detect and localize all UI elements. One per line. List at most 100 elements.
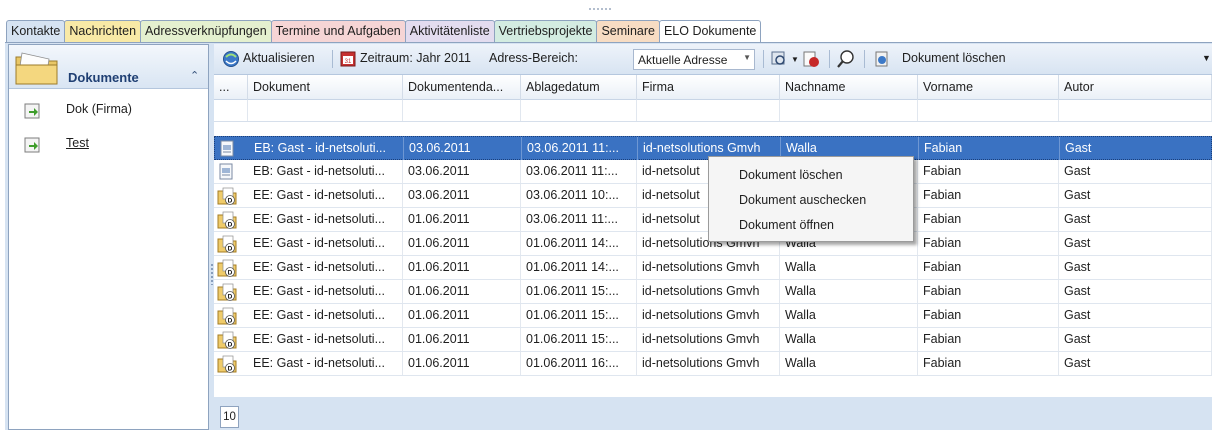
tab-elo-dokumente[interactable]: ELO Dokumente xyxy=(658,20,762,43)
header-col-nachname[interactable]: Nachname xyxy=(780,75,918,100)
tab-vertriebsprojekte[interactable]: Vertriebsprojekte xyxy=(493,20,598,43)
magnifier-icon[interactable] xyxy=(836,49,856,69)
record-count[interactable]: 10 xyxy=(220,406,239,428)
tab-termine-und-aufgaben[interactable]: Termine und Aufgaben xyxy=(270,20,406,43)
drag-grip[interactable] xyxy=(588,8,612,10)
sidebar-item-dok-firma[interactable]: Dok (Firma) xyxy=(9,97,208,123)
view-options-icon[interactable] xyxy=(770,50,790,68)
tab-aktivitaetenliste[interactable]: Aktivitätenliste xyxy=(404,20,495,43)
svg-text:D: D xyxy=(228,222,233,229)
cell-dokument: EE: Gast - id-netsoluti... xyxy=(248,232,403,255)
svg-text:D: D xyxy=(228,318,233,325)
adress-bereich-label: Adress-Bereich: xyxy=(489,51,578,65)
header-col-firma[interactable]: Firma xyxy=(637,75,780,100)
elo-document-icon: D xyxy=(217,331,237,349)
cell-dokumentendatum: 03.06.2011 xyxy=(403,160,521,183)
elo-document-icon: D xyxy=(217,307,237,325)
delete-document-button[interactable]: Dokument löschen xyxy=(902,51,1006,65)
table-row[interactable]: D EE: Gast - id-netsoluti... 01.06.2011 01.… xyxy=(214,352,1212,376)
cell-firma: id-netsolutions Gmvh xyxy=(637,256,780,279)
document-arrow-icon xyxy=(24,137,40,153)
cell-ablagedatum: 01.06.2011 15:... xyxy=(521,304,637,327)
cell-vorname: Fabian xyxy=(919,137,1060,160)
cell-autor: Gast xyxy=(1059,280,1212,303)
filter-cell[interactable] xyxy=(248,100,403,121)
cell-nachname: Walla xyxy=(780,280,918,303)
cell-dokument: EE: Gast - id-netsoluti... xyxy=(248,352,403,375)
elo-document-icon: D xyxy=(217,187,237,205)
filter-row[interactable] xyxy=(214,100,1212,122)
cell-dokumentendatum: 01.06.2011 xyxy=(403,256,521,279)
cell-vorname: Fabian xyxy=(918,232,1059,255)
cell-nachname: Walla xyxy=(780,328,918,351)
cell-dokumentendatum: 01.06.2011 xyxy=(403,304,521,327)
cell-vorname: Fabian xyxy=(918,208,1059,231)
filter-cell[interactable] xyxy=(521,100,637,121)
elo-document-icon: D xyxy=(217,211,237,229)
header-col-autor[interactable]: Autor xyxy=(1059,75,1212,100)
tab-kontakte[interactable]: Kontakte xyxy=(6,20,66,43)
menu-item-dokument-loeschen[interactable]: Dokument löschen xyxy=(711,163,911,187)
filter-cell[interactable] xyxy=(403,100,521,121)
sidebar-item-test[interactable]: Test xyxy=(9,131,208,157)
cell-dokument: EE: Gast - id-netsoluti... xyxy=(248,328,403,351)
cell-autor: Gast xyxy=(1059,160,1212,183)
header-col-dokument[interactable]: Dokument xyxy=(248,75,403,100)
header-col-more[interactable]: ... xyxy=(214,75,248,100)
cell-firma: id-netsolutions Gmvh xyxy=(637,304,780,327)
header-col-ablagedatum[interactable]: Ablagedatum xyxy=(521,75,637,100)
cell-ablagedatum: 01.06.2011 15:... xyxy=(521,280,637,303)
cell-dokument: EE: Gast - id-netsoluti... xyxy=(248,184,403,207)
cell-dokument: EE: Gast - id-netsoluti... xyxy=(248,256,403,279)
filter-cell[interactable] xyxy=(214,100,248,121)
dropdown-arrow-icon[interactable]: ▼ xyxy=(791,55,799,64)
svg-text:D: D xyxy=(228,270,233,277)
adress-bereich-select[interactable]: Aktuelle Adresse ▼ xyxy=(633,49,755,70)
delete-document-icon[interactable] xyxy=(873,50,891,68)
collapse-chevron-icon[interactable]: ⌃ xyxy=(190,69,199,82)
cell-dokumentendatum: 01.06.2011 xyxy=(403,328,521,351)
zeitraum-filter[interactable]: Zeitraum: Jahr 2011 xyxy=(360,51,471,65)
cell-dokumentendatum: 01.06.2011 xyxy=(403,232,521,255)
filter-cell[interactable] xyxy=(780,100,918,121)
document-remove-icon[interactable] xyxy=(801,50,821,68)
table-row[interactable]: D EE: Gast - id-netsoluti... 01.06.2011 01.… xyxy=(214,256,1212,280)
context-menu: Dokument löschen Dokument auschecken Dok… xyxy=(708,156,914,242)
tab-seminare[interactable]: Seminare xyxy=(596,20,660,43)
overflow-icon[interactable]: ▼ xyxy=(1202,53,1211,63)
svg-text:D: D xyxy=(228,198,233,205)
svg-text:D: D xyxy=(228,294,233,301)
chevron-down-icon: ▼ xyxy=(743,53,751,62)
table-row[interactable]: D EE: Gast - id-netsoluti... 01.06.2011 01.… xyxy=(214,304,1212,328)
tab-strip: Kontakte Nachrichten Adressverknüpfungen… xyxy=(0,0,1212,43)
refresh-icon[interactable] xyxy=(222,50,240,68)
elo-document-icon: D xyxy=(217,259,237,277)
cell-firma: id-netsolutions Gmvh xyxy=(637,280,780,303)
header-col-vorname[interactable]: Vorname xyxy=(918,75,1059,100)
cell-dokument: EB: Gast - id-netsoluti... xyxy=(249,137,404,160)
splitter-handle[interactable] xyxy=(211,263,213,285)
menu-item-dokument-auschecken[interactable]: Dokument auschecken xyxy=(711,188,911,212)
tab-nachrichten[interactable]: Nachrichten xyxy=(64,20,142,43)
cell-ablagedatum: 03.06.2011 11:... xyxy=(521,208,637,231)
cell-dokument: EE: Gast - id-netsoluti... xyxy=(248,208,403,231)
header-col-dokumentendatum[interactable]: Dokumentenda... xyxy=(403,75,521,100)
table-row[interactable]: D EE: Gast - id-netsoluti... 01.06.2011 01.… xyxy=(214,328,1212,352)
sidebar: Dokumente ⌃ Dok (Firma) Test xyxy=(8,44,209,430)
folder-icon xyxy=(15,52,58,85)
refresh-button[interactable]: Aktualisieren xyxy=(243,51,315,65)
cell-vorname: Fabian xyxy=(918,328,1059,351)
cell-firma: id-netsolutions Gmvh xyxy=(637,328,780,351)
cell-nachname: Walla xyxy=(780,304,918,327)
calendar-icon: 31 xyxy=(340,51,356,67)
module-tabs: Kontakte Nachrichten Adressverknüpfungen… xyxy=(6,20,762,43)
cell-autor: Gast xyxy=(1059,352,1212,375)
scanned-document-icon xyxy=(217,163,237,181)
menu-item-dokument-oeffnen[interactable]: Dokument öffnen xyxy=(711,213,911,237)
table-row[interactable]: D EE: Gast - id-netsoluti... 01.06.2011 01.… xyxy=(214,280,1212,304)
cell-dokumentendatum: 03.06.2011 xyxy=(403,184,521,207)
filter-cell[interactable] xyxy=(637,100,780,121)
filter-cell[interactable] xyxy=(1059,100,1212,121)
filter-cell[interactable] xyxy=(918,100,1059,121)
tab-adressverknuepfungen[interactable]: Adressverknüpfungen xyxy=(140,20,272,43)
